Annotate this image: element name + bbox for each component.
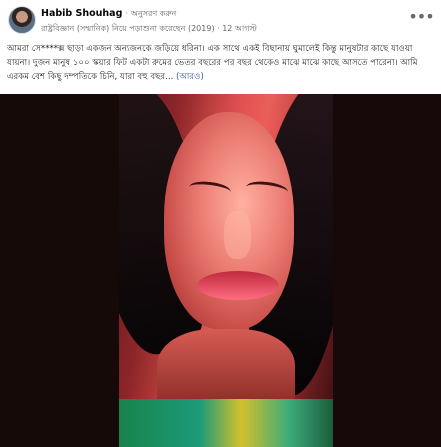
lips-shape (197, 271, 279, 300)
see-more-link[interactable]: (আরও) (176, 72, 204, 82)
more-options-button[interactable]: ••• (408, 6, 434, 26)
photo-left-shadow (0, 94, 119, 447)
portrait-photo[interactable] (119, 94, 333, 447)
outfit-shape (119, 399, 333, 447)
photo-right-shadow (333, 94, 441, 447)
post-meta: রাষ্ট্রবিজ্ঞান (সম্মানিক) নিয়ে পড়াশুনা… (41, 24, 257, 33)
author-avatar[interactable] (8, 6, 36, 34)
more-horizontal-icon: ••• (408, 6, 434, 26)
author-separator: · (125, 9, 128, 18)
post-text: আমরা সে****ক্স ছাড়া একজন অন্যজনকে জড়িয… (7, 44, 418, 83)
follow-button[interactable]: অনুসরণ করুন (131, 9, 176, 18)
author-line: Habib Shouhag · অনুসরণ করুন (41, 8, 176, 21)
nose-shape (224, 211, 251, 259)
post-header: Habib Shouhag · অনুসরণ করুন রাষ্ট্রবিজ্ঞ… (0, 0, 441, 40)
post-text-container: আমরা সে****ক্স ছাড়া একজন অন্যজনকে জড়িয… (7, 42, 431, 85)
post-photo[interactable] (0, 94, 441, 447)
author-name[interactable]: Habib Shouhag (41, 8, 122, 19)
